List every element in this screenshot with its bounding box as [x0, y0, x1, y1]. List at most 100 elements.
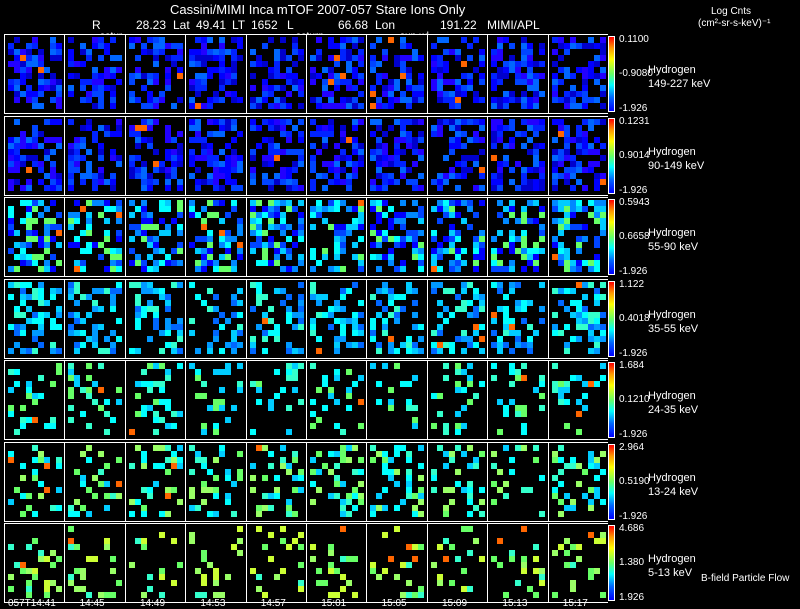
pixel: [146, 586, 153, 592]
pixel: [599, 178, 606, 185]
pixel: [310, 423, 316, 429]
pixel: [454, 468, 461, 475]
pixel: [279, 387, 286, 393]
pixel: [376, 399, 383, 405]
pixel: [80, 61, 87, 67]
pixel: [382, 55, 389, 61]
pixel: [98, 254, 105, 260]
pixel: [382, 504, 389, 511]
pixel: [261, 293, 268, 300]
pixel: [521, 526, 528, 532]
pixel: [116, 317, 123, 324]
energy-label: 24-35 keV: [648, 404, 699, 416]
pixel: [32, 417, 38, 423]
pixel: [478, 148, 485, 155]
pixel: [116, 492, 123, 499]
colorbar-min: -1.926: [619, 266, 648, 277]
pixel: [478, 97, 485, 103]
title: Cassini/MIMI Inca mTOF 2007-057 Stare Io…: [170, 2, 466, 17]
pixel: [388, 124, 395, 131]
pixel: [110, 103, 117, 109]
colorbar-max: 2.964: [619, 441, 645, 453]
pixel: [297, 184, 304, 191]
pixel: [454, 236, 461, 242]
pixel: [110, 417, 117, 423]
pixel: [551, 363, 558, 369]
pixel: [98, 305, 105, 312]
pixel: [581, 393, 588, 399]
pixel: [575, 411, 582, 417]
pixel: [92, 556, 99, 562]
pixel: [503, 293, 510, 300]
pixel: [152, 148, 159, 155]
pixel: [412, 375, 419, 381]
pixel: [56, 242, 62, 248]
pixel: [599, 468, 606, 475]
pixel: [146, 335, 153, 342]
pixel: [551, 550, 558, 556]
spectrogram-cell: [4, 279, 64, 358]
colorbar-min: -1.926: [619, 510, 648, 522]
pixel: [267, 450, 274, 457]
pixel: [509, 347, 516, 354]
pixel: [237, 166, 244, 173]
spectrogram-cell: [306, 35, 366, 113]
pixel: [110, 305, 117, 312]
pixel: [297, 200, 304, 206]
pixel: [593, 381, 600, 387]
pixel: [164, 305, 171, 312]
pixel: [291, 375, 298, 381]
pixel: [593, 266, 600, 272]
pixel: [352, 556, 358, 562]
pixel: [116, 387, 123, 393]
pixel: [382, 486, 389, 493]
pixel: [14, 97, 20, 103]
pixel: [436, 411, 443, 417]
pixel: [316, 299, 322, 306]
pixel: [50, 266, 56, 272]
pixel: [448, 148, 455, 155]
pixel: [249, 486, 256, 493]
pixel: [376, 218, 383, 224]
pixel: [56, 462, 62, 469]
pixel: [551, 136, 558, 143]
pixel: [237, 550, 244, 556]
pixel: [340, 586, 346, 592]
pixel: [569, 586, 576, 592]
pixel: [225, 574, 232, 580]
pixel: [201, 266, 208, 272]
pixel: [68, 417, 75, 423]
pixel: [237, 299, 244, 306]
pixel: [358, 103, 364, 109]
pixel: [551, 184, 558, 191]
pixel: [98, 103, 105, 109]
pixel: [44, 462, 50, 469]
spectrogram-cell: [185, 279, 245, 358]
pixel: [297, 486, 304, 493]
pixel: [146, 124, 153, 131]
pixel: [134, 142, 141, 149]
pixel: [442, 429, 449, 435]
pixel: [466, 166, 473, 173]
pixel: [261, 474, 268, 481]
spectrogram-cell: [487, 116, 547, 195]
pixel: [74, 544, 81, 550]
pixel: [346, 510, 352, 517]
pixel: [146, 184, 153, 191]
pixel: [14, 369, 20, 375]
pixel: [116, 130, 123, 137]
energy-label: 149-227 keV: [648, 78, 711, 90]
pixel: [26, 544, 32, 550]
pixel: [316, 148, 322, 155]
pixel: [310, 224, 316, 230]
spectrogram-cell: [124, 198, 185, 276]
pixel: [50, 381, 56, 387]
pixel: [436, 266, 443, 272]
pixel: [158, 97, 165, 103]
pixel: [418, 544, 425, 550]
pixel: [80, 266, 87, 272]
colorbar: [608, 443, 615, 520]
spectrogram-cell: [426, 35, 487, 113]
pixel: [116, 580, 123, 586]
pixel: [418, 230, 425, 236]
